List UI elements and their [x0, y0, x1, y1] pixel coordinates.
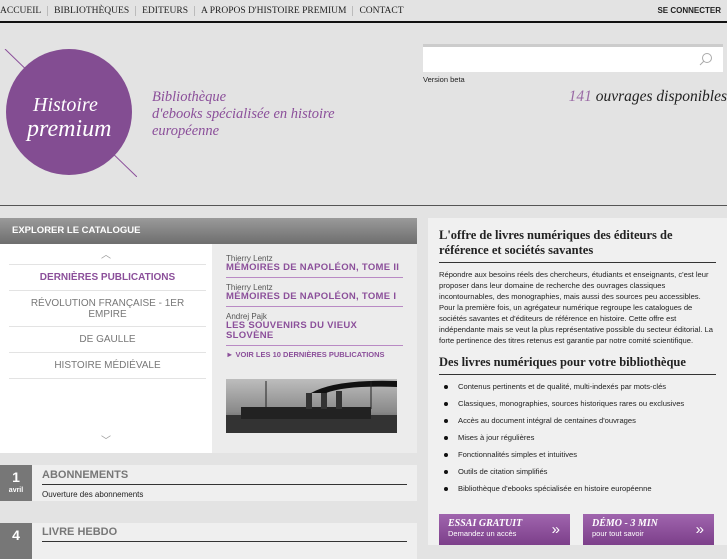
search-input[interactable] — [429, 47, 689, 71]
publication-title[interactable]: MÉMOIRES DE NAPOLÉON, TOME I — [226, 292, 403, 302]
category-item[interactable]: DERNIÈRES PUBLICATIONS — [9, 265, 206, 291]
tagline-line: d'ebooks spécialisée en histoire — [152, 106, 335, 122]
publication-item[interactable]: Thierry Lentz MÉMOIRES DE NAPOLÉON, TOME … — [226, 252, 403, 278]
news-title[interactable]: LIVRE HEBDO — [42, 526, 407, 542]
feature-item: Accès au document intégral de centaines … — [439, 412, 716, 429]
category-item[interactable]: RÉVOLUTION FRANÇAISE - 1ER EMPIRE — [9, 291, 206, 327]
feature-item: Mises à jour régulières — [439, 429, 716, 446]
news-day: 1 — [12, 469, 20, 485]
publication-title[interactable]: LES SOUVENIRS DU VIEUX SLOVÈNE — [226, 321, 403, 341]
news-month: avril — [8, 487, 24, 494]
feature-item: Contenus pertinents et de qualité, multi… — [439, 378, 716, 395]
chevron-up-icon[interactable]: ︿ — [0, 246, 212, 261]
see-all-publications-link[interactable]: ► VOIR LES 10 DERNIÈRES PUBLICATIONS — [226, 350, 403, 359]
double-chevron-icon: » — [695, 521, 704, 538]
count-number: 141 — [568, 88, 592, 105]
logo-text-2: premium — [25, 116, 111, 142]
ship-photo — [226, 379, 397, 433]
search-box — [423, 44, 723, 72]
feature-item: Classiques, monographies, sources histor… — [439, 395, 716, 412]
news-day: 4 — [12, 527, 20, 543]
cta-subtitle: Demandez un accès — [448, 529, 517, 538]
login-link[interactable]: SE CONNECTER — [657, 6, 721, 15]
version-beta: Version beta — [423, 75, 465, 84]
nav-editeurs[interactable]: EDITEURS — [135, 5, 194, 16]
nav-bibliotheques[interactable]: BIBLIOTHÈQUES — [47, 5, 135, 16]
news-body: Ouverture des abonnements — [42, 490, 144, 499]
tagline-line: Bibliothèque — [152, 89, 227, 105]
demo-button[interactable]: DÉMO - 3 MIN pour tout savoir » — [583, 514, 714, 545]
top-nav: ACCUEIL BIBLIOTHÈQUES EDITEURS A PROPOS … — [0, 0, 727, 21]
tagline-line: européenne — [152, 123, 220, 139]
features-list: Contenus pertinents et de qualité, multi… — [439, 378, 716, 497]
offer-body: Répondre aux besoins réels des chercheur… — [439, 270, 713, 345]
feature-item: Outils de citation simplifiés — [439, 463, 716, 480]
category-item[interactable]: DE GAULLE — [9, 327, 206, 353]
features-title: Des livres numériques pour votre bibliot… — [439, 355, 716, 375]
news-title[interactable]: ABONNEMENTS — [42, 469, 407, 485]
offer-panel: L'offre de livres numériques des éditeur… — [428, 218, 727, 545]
publication-item[interactable]: Thierry Lentz MÉMOIRES DE NAPOLÉON, TOME … — [226, 281, 403, 307]
publication-title[interactable]: MÉMOIRES DE NAPOLÉON, TOME II — [226, 263, 403, 273]
cta-subtitle: pour tout savoir — [592, 529, 644, 538]
cta-title: ESSAI GRATUIT — [448, 518, 523, 529]
nav-accueil[interactable]: ACCUEIL — [0, 6, 47, 16]
cta-title: DÉMO - 3 MIN — [592, 518, 658, 529]
tagline: Bibliothèque d'ebooks spécialisée en his… — [152, 89, 335, 140]
feature-item: Bibliothèque d'ebooks spécialisée en his… — [439, 480, 716, 497]
search-icon[interactable] — [699, 52, 713, 66]
offer-title: L'offre de livres numériques des éditeur… — [439, 228, 716, 263]
news-item[interactable]: 4 LIVRE HEBDO — [0, 523, 417, 559]
divider — [0, 21, 727, 23]
nav-a-propos[interactable]: A PROPOS D'HISTOIRE PREMIUM — [194, 5, 352, 16]
free-trial-button[interactable]: ESSAI GRATUIT Demandez un accès » — [439, 514, 570, 545]
news-date: 4 — [0, 523, 32, 559]
catalog-panel: EXPLORER LE CATALOGUE ︿ DERNIÈRES PUBLIC… — [0, 218, 417, 453]
logo-text-1: Histoire — [32, 94, 98, 116]
divider — [0, 205, 727, 206]
double-chevron-icon: » — [551, 521, 560, 538]
books-count: 141 ouvrages disponibles — [569, 88, 727, 106]
chevron-down-icon[interactable]: ﹀ — [0, 432, 212, 447]
category-item[interactable]: HISTOIRE MÉDIÉVALE — [9, 353, 206, 379]
news-date: 1 avril — [0, 465, 32, 501]
publication-item[interactable]: Andrej Pajk LES SOUVENIRS DU VIEUX SLOVÈN… — [226, 310, 403, 346]
category-list: ︿ DERNIÈRES PUBLICATIONS RÉVOLUTION FRAN… — [0, 244, 212, 453]
nav-contact[interactable]: CONTACT — [352, 5, 409, 16]
count-label: ouvrages disponibles — [591, 88, 727, 105]
catalog-title: EXPLORER LE CATALOGUE — [0, 218, 417, 244]
logo[interactable]: Histoire premium — [3, 48, 138, 178]
news-item[interactable]: 1 avril ABONNEMENTS Ouverture des abonnem… — [0, 465, 417, 501]
feature-item: Fonctionnalités simples et intuitives — [439, 446, 716, 463]
